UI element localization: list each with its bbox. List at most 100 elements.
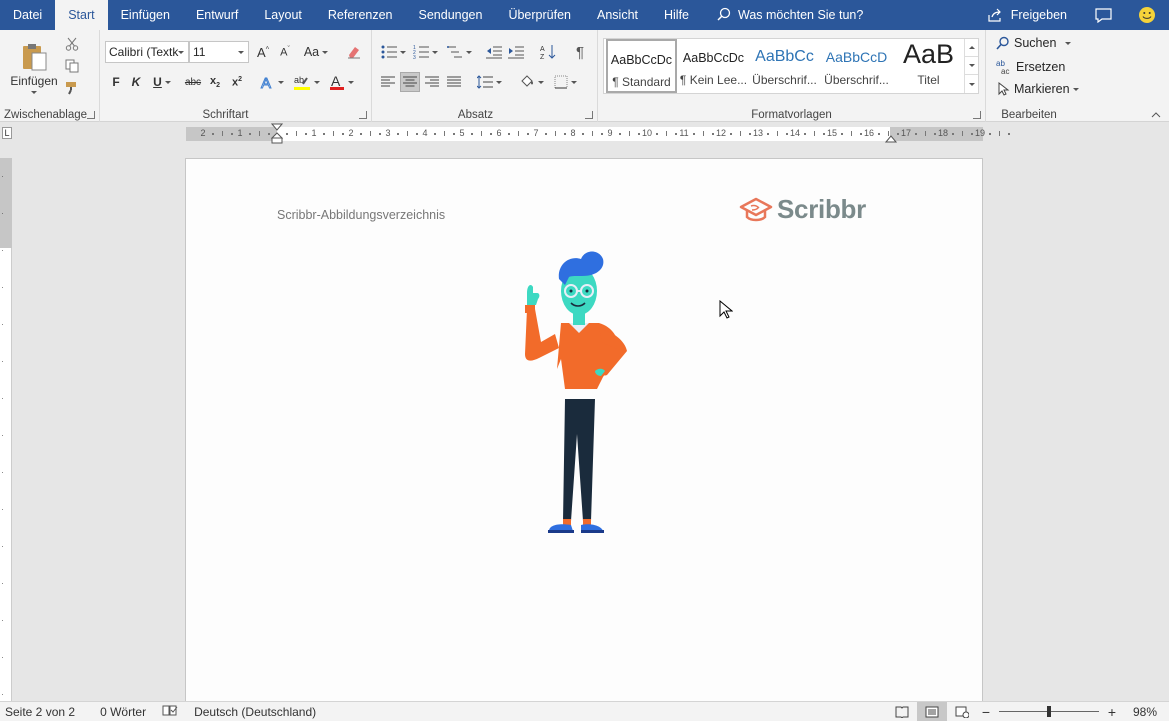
book-icon (895, 706, 909, 718)
web-layout-button[interactable] (947, 702, 977, 721)
superscript-button[interactable]: x2 (228, 72, 246, 92)
subscript-button[interactable]: x2 (206, 72, 224, 92)
tab-start[interactable]: Start (55, 0, 108, 30)
format-painter-button[interactable] (63, 79, 81, 97)
read-mode-button[interactable] (887, 702, 917, 721)
indent-marker-icon[interactable] (271, 123, 283, 145)
tab-referenzen[interactable]: Referenzen (315, 0, 406, 30)
find-button[interactable]: Suchen (996, 36, 1072, 50)
chevron-down-icon (313, 80, 320, 84)
more-icon (968, 82, 975, 86)
select-button[interactable]: Markieren (996, 82, 1079, 96)
pilcrow-icon: ¶ (575, 43, 585, 61)
replace-button[interactable]: ab ac Ersetzen (996, 59, 1065, 75)
style-heading-2[interactable]: AaBbCcD Überschrif... (821, 39, 892, 93)
proofing-button[interactable] (146, 704, 178, 719)
tab-ueberpruefen[interactable]: Überprüfen (495, 0, 584, 30)
increase-indent-button[interactable] (506, 42, 526, 62)
style-no-spacing[interactable]: AaBbCcDc ¶ Kein Lee... (678, 39, 749, 93)
align-center-button[interactable] (400, 72, 420, 92)
zoom-out-button[interactable]: − (977, 702, 995, 721)
ruler-tick (545, 133, 548, 135)
ruler-track[interactable]: 2 1 1 2 3 4 5 6 7 8 9 10 11 12 13 14 15 16 17 18 19 (186, 123, 1010, 144)
align-right-button[interactable] (422, 72, 442, 92)
paragraph-launcher-icon[interactable] (585, 111, 593, 119)
borders-button[interactable] (550, 72, 580, 92)
zoom-slider-thumb[interactable] (1046, 706, 1051, 717)
bullets-button[interactable] (378, 42, 408, 62)
plus-icon: + (1107, 703, 1117, 720)
ruler-tick (471, 133, 474, 135)
change-case-button[interactable]: Aa (301, 42, 331, 62)
justify-button[interactable] (444, 72, 464, 92)
page-count[interactable]: Seite 2 von 2 (0, 705, 75, 719)
tab-entwurf[interactable]: Entwurf (183, 0, 251, 30)
strikethrough-button[interactable]: abc (182, 72, 204, 92)
share-button[interactable]: Freigeben (973, 7, 1081, 23)
tab-hilfe[interactable]: Hilfe (651, 0, 702, 30)
tab-datei[interactable]: Datei (0, 0, 55, 30)
font-color-icon: A (329, 73, 344, 90)
sort-button[interactable]: AZ (538, 42, 558, 62)
styles-more[interactable] (965, 75, 978, 93)
italic-button[interactable]: K (128, 72, 144, 92)
language-indicator[interactable]: Deutsch (Deutschland) (178, 705, 316, 719)
line-spacing-button[interactable] (474, 72, 504, 92)
tab-layout[interactable]: Layout (251, 0, 315, 30)
collapse-ribbon-button[interactable] (1150, 110, 1162, 120)
show-marks-button[interactable]: ¶ (570, 42, 590, 62)
tab-sendungen[interactable]: Sendungen (406, 0, 496, 30)
font-name-combo[interactable]: Calibri (Textk (105, 41, 189, 63)
numbering-button[interactable]: 123 (410, 42, 440, 62)
highlight-button[interactable]: ab (290, 72, 322, 92)
grow-font-button[interactable]: A^ (253, 42, 273, 62)
ruler-tick (304, 133, 307, 135)
tab-selector-button[interactable]: L (2, 127, 12, 139)
align-left-button[interactable] (378, 72, 398, 92)
ruler-number: 14 (789, 128, 801, 138)
shrink-font-button[interactable]: Aˇ (275, 42, 295, 62)
font-size-combo[interactable]: 11 (189, 41, 249, 63)
decrease-indent-button[interactable] (484, 42, 504, 62)
vruler-tick: · (0, 323, 7, 326)
cut-button[interactable] (63, 35, 81, 53)
text-effects-button[interactable]: A (256, 72, 286, 92)
bold-button[interactable]: F (108, 72, 124, 92)
styles-launcher-icon[interactable] (973, 111, 981, 119)
align-left-icon (381, 76, 395, 87)
right-indent-marker-icon[interactable] (885, 133, 897, 143)
chevron-down-icon (431, 50, 438, 54)
zoom-level[interactable]: 98% (1121, 705, 1169, 719)
vruler-tick: · (0, 619, 7, 622)
tab-einfuegen[interactable]: Einfügen (108, 0, 183, 30)
print-layout-button[interactable] (916, 701, 947, 721)
font-color-button[interactable]: A (326, 72, 356, 92)
vertical-ruler[interactable]: · · · · · · · · · · · · · · · (0, 158, 12, 701)
paste-button[interactable]: Einfügen (8, 35, 60, 101)
style-heading-1[interactable]: AaBbCc Überschrif... (749, 39, 820, 93)
document-page[interactable]: Scribbr-Abbildungsverzeichnis Scribbr (185, 158, 983, 718)
tell-me-box[interactable]: Was möchten Sie tun? (702, 7, 863, 23)
illustration-man-thumbs-up (525, 251, 627, 533)
zoom-slider[interactable] (998, 706, 1099, 717)
clear-formatting-button[interactable] (344, 42, 364, 62)
style-standard[interactable]: AaBbCcDc ¶ Standard (606, 39, 677, 93)
ruler-tick (924, 131, 926, 136)
multilevel-list-button[interactable] (444, 42, 474, 62)
ruler-number: 3 (385, 128, 391, 138)
ruler-number: 8 (570, 128, 576, 138)
styles-scroll-up[interactable] (965, 39, 978, 57)
shading-button[interactable] (516, 72, 546, 92)
style-title[interactable]: AaB Titel (893, 39, 964, 93)
chevron-down-icon (322, 50, 329, 54)
comments-button[interactable] (1081, 0, 1125, 30)
styles-scroll-down[interactable] (965, 57, 978, 75)
chevron-down-icon (178, 51, 184, 54)
underline-button[interactable]: U (148, 72, 176, 92)
feedback-button[interactable] (1125, 0, 1169, 30)
copy-button[interactable] (63, 57, 81, 75)
word-count[interactable]: 0 Wörter (75, 705, 146, 719)
zoom-in-button[interactable]: + (1103, 702, 1121, 721)
superscript-icon: x2 (231, 75, 243, 89)
tab-ansicht[interactable]: Ansicht (584, 0, 651, 30)
